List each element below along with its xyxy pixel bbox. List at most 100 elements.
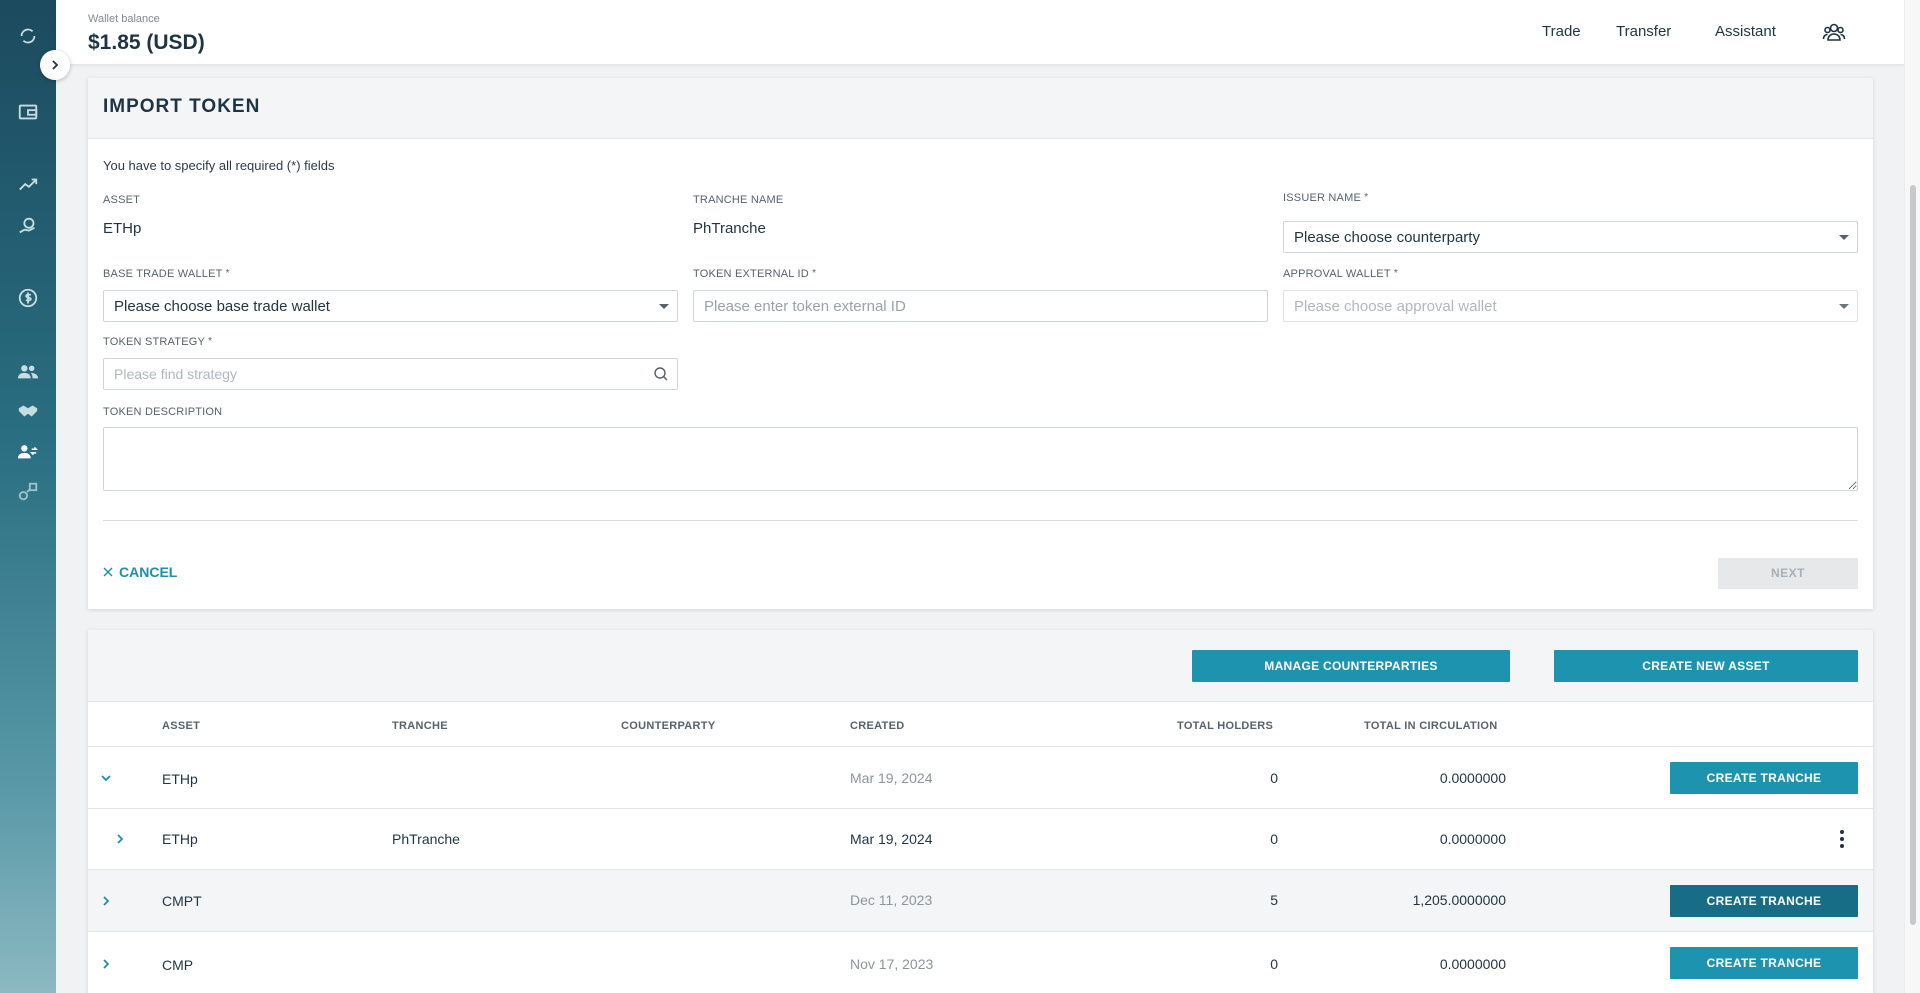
base-trade-wallet-select[interactable]: Please choose base trade wallet — [103, 290, 678, 322]
required-mark: * — [225, 268, 230, 279]
nav-trade[interactable]: Trade — [1542, 23, 1581, 40]
tranche-cell: PhTranche — [392, 831, 460, 847]
create-tranche-button[interactable]: CREATE TRANCHE — [1670, 762, 1858, 794]
table-row[interactable]: ETHp PhTranche Mar 19, 2024 0 0.0000000 — [88, 809, 1873, 870]
total-in-circulation-cell: 1,205.0000000 — [1412, 892, 1506, 908]
total-holders-cell: 0 — [1270, 770, 1278, 786]
total-in-circulation-cell: 0.0000000 — [1439, 956, 1506, 972]
user-group-icon[interactable] — [1822, 20, 1846, 44]
scrollbar-thumb[interactable] — [1910, 185, 1916, 925]
required-fields-hint: You have to specify all required (*) fie… — [103, 158, 335, 173]
chevron-right-icon — [52, 60, 59, 70]
approval-wallet-select-value: Please choose approval wallet — [1294, 298, 1497, 315]
approval-wallet-label: APPROVAL WALLET * — [1283, 268, 1398, 280]
chevron-right-icon[interactable] — [100, 895, 112, 907]
next-button[interactable]: NEXT — [1718, 558, 1858, 589]
tokens-icon[interactable] — [16, 480, 40, 504]
token-strategy-placeholder: Please find strategy — [114, 366, 237, 382]
column-header-created[interactable]: CREATED — [850, 720, 904, 732]
chevron-right-icon[interactable] — [114, 833, 126, 845]
import-token-header: IMPORT TOKEN — [88, 78, 1873, 139]
sidebar-expand-button[interactable] — [40, 50, 70, 80]
token-description-textarea[interactable] — [103, 427, 1858, 491]
close-icon — [103, 567, 113, 577]
import-token-card: IMPORT TOKEN You have to specify all req… — [88, 78, 1873, 609]
create-new-asset-button[interactable]: CREATE NEW ASSET — [1554, 650, 1858, 682]
base-trade-wallet-label-text: BASE TRADE WALLET — [103, 268, 223, 280]
form-divider — [103, 520, 1858, 521]
nav-assistant[interactable]: Assistant — [1715, 23, 1776, 40]
total-in-circulation-cell: 0.0000000 — [1439, 770, 1506, 786]
asset-cell: CMP — [162, 957, 194, 973]
created-cell: Nov 17, 2023 — [850, 956, 934, 972]
column-header-asset[interactable]: ASSET — [162, 720, 200, 732]
manage-counterparties-button[interactable]: MANAGE COUNTERPARTIES — [1192, 650, 1510, 682]
chevron-down-icon — [1839, 304, 1849, 309]
asset-cell: ETHp — [162, 771, 198, 787]
required-mark: * — [812, 268, 817, 279]
chart-trend-icon[interactable] — [16, 173, 40, 197]
token-external-id-input[interactable]: Please enter token external ID — [693, 290, 1268, 322]
dollar-icon[interactable] — [16, 286, 40, 310]
required-mark: * — [1364, 192, 1369, 203]
assets-table-card: MANAGE COUNTERPARTIES CREATE NEW ASSET A… — [88, 630, 1873, 993]
issuer-name-select[interactable]: Please choose counterparty — [1283, 221, 1858, 253]
column-header-total-in-circulation[interactable]: TOTAL IN CIRCULATION — [1364, 720, 1498, 732]
more-options-icon[interactable] — [1840, 830, 1844, 851]
cancel-button-label: CANCEL — [119, 564, 178, 580]
base-trade-wallet-label: BASE TRADE WALLET * — [103, 268, 230, 280]
chevron-down-icon — [659, 304, 669, 309]
chevron-down-icon[interactable] — [100, 772, 112, 784]
wallet-balance-value: $1.85 (USD) — [88, 31, 205, 54]
create-tranche-button[interactable]: CREATE TRANCHE — [1670, 885, 1858, 917]
money-hand-icon[interactable] — [16, 214, 40, 238]
sync-icon[interactable] — [16, 24, 40, 48]
user-transfer-icon[interactable] — [16, 440, 40, 464]
table-row[interactable]: ETHp Mar 19, 2024 0 0.0000000 CREATE TRA… — [88, 747, 1873, 809]
wallet-icon[interactable] — [16, 100, 40, 124]
asset-cell: CMPT — [162, 893, 202, 909]
cancel-button[interactable]: CANCEL — [103, 564, 177, 580]
issuer-name-label: ISSUER NAME * — [1283, 192, 1368, 204]
required-mark: * — [208, 336, 213, 347]
handshake-icon[interactable] — [16, 399, 40, 423]
top-header: Wallet balance $1.85 (USD) Trade Transfe… — [56, 0, 1904, 65]
table-row[interactable]: CMP Nov 17, 2023 0 0.0000000 CREATE TRAN… — [88, 932, 1873, 993]
users-icon[interactable] — [16, 360, 40, 384]
asset-cell: ETHp — [162, 831, 198, 847]
token-strategy-label-text: TOKEN STRATEGY — [103, 336, 205, 348]
page-scrollbar[interactable] — [1904, 0, 1920, 993]
total-in-circulation-cell: 0.0000000 — [1439, 831, 1506, 847]
base-trade-wallet-select-value: Please choose base trade wallet — [114, 298, 330, 315]
tranche-name-value: PhTranche — [693, 220, 766, 237]
sidebar — [0, 0, 56, 993]
approval-wallet-select[interactable]: Please choose approval wallet — [1283, 290, 1858, 322]
table-header: ASSET TRANCHE COUNTERPARTY CREATED TOTAL… — [88, 702, 1873, 747]
total-holders-cell: 0 — [1270, 956, 1278, 972]
total-holders-cell: 5 — [1270, 892, 1278, 908]
issuer-name-select-value: Please choose counterparty — [1294, 229, 1480, 246]
chevron-right-icon[interactable] — [100, 958, 112, 970]
asset-value: ETHp — [103, 220, 142, 237]
column-header-tranche[interactable]: TRANCHE — [392, 720, 448, 732]
table-toolbar: MANAGE COUNTERPARTIES CREATE NEW ASSET — [88, 630, 1873, 702]
chevron-down-icon — [1839, 235, 1849, 240]
table-row[interactable]: CMPT Dec 11, 2023 5 1,205.0000000 CREATE… — [88, 870, 1873, 932]
token-external-id-label-text: TOKEN EXTERNAL ID — [693, 268, 809, 280]
nav-transfer[interactable]: Transfer — [1616, 23, 1671, 40]
token-strategy-search-input[interactable]: Please find strategy — [103, 358, 678, 390]
search-icon — [654, 367, 668, 381]
tranche-name-label: TRANCHE NAME — [693, 194, 784, 206]
token-strategy-label: TOKEN STRATEGY * — [103, 336, 212, 348]
token-external-id-label: TOKEN EXTERNAL ID * — [693, 268, 816, 280]
created-cell: Mar 19, 2024 — [850, 770, 933, 786]
column-header-total-holders[interactable]: TOTAL HOLDERS — [1177, 720, 1273, 732]
create-tranche-button[interactable]: CREATE TRANCHE — [1670, 947, 1858, 979]
asset-label: ASSET — [103, 194, 141, 206]
token-description-label: TOKEN DESCRIPTION — [103, 406, 223, 418]
column-header-counterparty[interactable]: COUNTERPARTY — [621, 720, 715, 732]
import-token-title: IMPORT TOKEN — [103, 96, 261, 117]
approval-wallet-label-text: APPROVAL WALLET — [1283, 268, 1391, 280]
issuer-name-label-text: ISSUER NAME — [1283, 192, 1361, 204]
required-mark: * — [1393, 268, 1398, 279]
